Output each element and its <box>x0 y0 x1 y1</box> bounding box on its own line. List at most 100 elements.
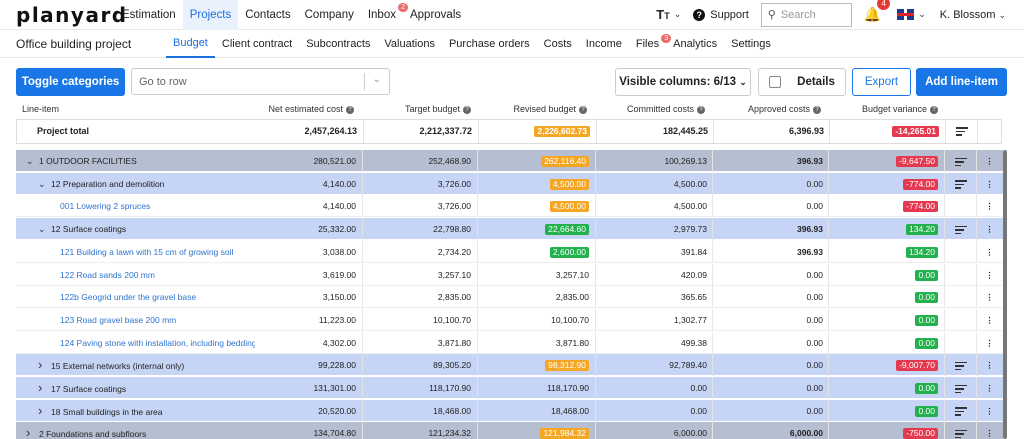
help-icon[interactable]: ? <box>697 105 705 114</box>
tab-analytics[interactable]: Analytics <box>666 31 724 58</box>
more-options-icon[interactable]: ⋮ <box>976 309 1003 331</box>
tab-purchase-orders[interactable]: Purchase orders <box>442 31 537 58</box>
line-item-label[interactable]: 123 Road gravel base 200 mm <box>60 315 176 325</box>
line-item-label[interactable]: 001 Lowering 2 spruces <box>60 201 150 211</box>
chevron-down-icon[interactable]: ⌄ <box>26 150 39 172</box>
nav-item-inbox[interactable]: Inbox 2 <box>361 0 408 30</box>
table-row-line-item[interactable]: 123 Road gravel base 200 mm 11,223.00 10,1… <box>16 308 1003 331</box>
line-item-name[interactable]: 001 Lowering 2 spruces <box>22 195 255 217</box>
help-icon[interactable]: ? <box>346 105 354 114</box>
table-row-line-item[interactable]: 121 Building a lawn with 15 cm of growin… <box>16 240 1003 263</box>
table-row-category[interactable]: ⌄ 12 Preparation and demolition 4,140.00 3,… <box>16 172 1003 195</box>
table-row-category[interactable]: › 2 Foundations and subfloors 134,704.80 12… <box>16 422 1003 439</box>
table-row-line-item[interactable]: 124 Paving stone with installation, incl… <box>16 331 1003 354</box>
toggle-categories-button[interactable]: Toggle categories <box>16 68 125 96</box>
row-actions-icon[interactable] <box>946 150 976 172</box>
tab-files[interactable]: Files 3 <box>629 31 672 58</box>
row-actions-icon[interactable] <box>946 218 976 240</box>
column-header-line-item[interactable]: Line-item <box>22 104 59 114</box>
more-options-icon[interactable]: ⋮ <box>976 264 1003 286</box>
total-target-budget: 2,212,337.72 <box>419 126 472 136</box>
row-actions-icon[interactable] <box>946 354 976 376</box>
more-options-icon[interactable]: ⋮ <box>976 286 1003 308</box>
tab-valuations[interactable]: Valuations <box>377 31 442 58</box>
uk-flag-icon[interactable] <box>897 9 915 20</box>
user-menu[interactable]: K. Blossom ⌄ <box>940 9 1006 21</box>
nav-item-projects[interactable]: Projects <box>182 0 239 30</box>
table-row-category[interactable]: › 18 Small buildings in the area 20,520.00… <box>16 399 1003 422</box>
table-row-category[interactable]: ⌄ 12 Surface coatings 25,332.00 22,798.80 22… <box>16 218 1003 241</box>
line-item-name[interactable]: 123 Road gravel base 200 mm <box>22 309 255 331</box>
tab-client-contract[interactable]: Client contract <box>215 31 299 58</box>
details-toggle[interactable]: Details <box>758 68 846 96</box>
column-header-committed-costs[interactable]: Committed costs? <box>597 104 705 114</box>
more-options-icon[interactable]: ⋮ <box>976 218 1003 240</box>
table-row-category[interactable]: › 17 Surface coatings 131,301.00 118,170.90… <box>16 377 1003 399</box>
add-line-item-button[interactable]: Add line-item <box>916 68 1007 96</box>
export-button[interactable]: Export <box>852 68 911 96</box>
chevron-right-icon[interactable]: › <box>38 400 51 422</box>
line-item-name[interactable]: 122b Geogrid under the gravel base <box>22 286 255 308</box>
planyard-logo[interactable]: planyard <box>16 3 126 27</box>
column-header-revised-budget[interactable]: Revised budget? <box>470 104 587 114</box>
details-checkbox[interactable] <box>769 76 782 88</box>
row-actions-icon[interactable] <box>946 173 976 195</box>
more-options-icon[interactable]: ⋮ <box>976 354 1003 376</box>
line-item-name[interactable]: 122 Road sands 200 mm <box>22 264 255 286</box>
search-input[interactable]: ⚲ Search <box>760 2 852 27</box>
line-item-name[interactable]: 121 Building a lawn with 15 cm of growin… <box>22 241 255 263</box>
visible-columns-button[interactable]: Visible columns: 6/13 ⌄ <box>615 68 751 96</box>
chevron-down-icon[interactable]: ⌄ <box>38 173 51 195</box>
notifications-bell-icon[interactable]: 🔔 4 <box>864 0 891 23</box>
chevron-right-icon[interactable]: › <box>38 354 51 376</box>
tab-budget[interactable]: Budget <box>166 31 215 58</box>
tab-costs[interactable]: Costs <box>537 31 579 58</box>
chevron-right-icon[interactable]: › <box>26 422 39 439</box>
chevron-down-icon[interactable]: ⌄ <box>38 218 51 240</box>
tab-income[interactable]: Income <box>579 31 629 58</box>
row-actions-icon[interactable] <box>946 422 976 439</box>
more-options-icon[interactable]: ⋮ <box>976 400 1003 422</box>
nav-item-contacts[interactable]: Contacts <box>238 0 297 30</box>
line-item-label[interactable]: 122b Geogrid under the gravel base <box>60 292 196 302</box>
support-link[interactable]: ? Support <box>693 8 749 21</box>
vertical-scrollbar[interactable] <box>1003 150 1007 439</box>
help-icon[interactable]: ? <box>813 105 821 114</box>
nav-item-approvals[interactable]: Approvals <box>403 0 468 30</box>
chevron-down-icon[interactable]: ⌄ <box>674 9 682 20</box>
nav-item-company[interactable]: Company <box>298 0 361 30</box>
row-actions-icon[interactable] <box>946 377 976 399</box>
text-size-icon[interactable]: TT <box>656 7 669 22</box>
column-header-net-estimated-cost[interactable]: Net estimated cost? <box>262 104 354 114</box>
more-options-icon[interactable]: ⋮ <box>976 241 1003 263</box>
column-header-budget-variance[interactable]: Budget variance? <box>830 104 938 114</box>
more-options-icon[interactable]: ⋮ <box>976 173 1003 195</box>
line-item-label[interactable]: 122 Road sands 200 mm <box>60 270 155 280</box>
more-options-icon[interactable]: ⋮ <box>976 332 1003 354</box>
line-item-label[interactable]: 121 Building a lawn with 15 cm of growin… <box>60 247 233 257</box>
table-row-category[interactable]: ⌄ 1 OUTDOOR FACILITIES 280,521.00 252,468.9… <box>16 150 1003 172</box>
column-header-approved-costs[interactable]: Approved costs? <box>713 104 821 114</box>
more-options-icon[interactable]: ⋮ <box>976 195 1003 217</box>
table-row-category[interactable]: › 15 External networks (internal only) 99,… <box>16 354 1003 377</box>
nav-item-estimation[interactable]: Estimation <box>115 0 183 30</box>
table-row-line-item[interactable]: 001 Lowering 2 spruces 4,140.00 3,726.00 4,… <box>16 195 1003 218</box>
more-options-icon[interactable]: ⋮ <box>976 422 1003 439</box>
table-row-line-item[interactable]: 122 Road sands 200 mm 3,619.00 3,257.10 3,2… <box>16 263 1003 286</box>
language-chevron-icon[interactable]: ⌄ <box>918 9 926 20</box>
tab-subcontracts[interactable]: Subcontracts <box>299 31 377 58</box>
tab-settings[interactable]: Settings <box>724 31 778 58</box>
column-header-target-budget[interactable]: Target budget? <box>377 104 471 114</box>
line-item-name[interactable]: 124 Paving stone with installation, incl… <box>22 332 255 354</box>
row-actions-icon[interactable] <box>946 400 976 422</box>
go-to-row-select[interactable]: Go to row ⌄ <box>131 68 390 95</box>
more-options-icon[interactable]: ⋮ <box>976 150 1003 172</box>
table-row-line-item[interactable]: 122b Geogrid under the gravel base 3,150.… <box>16 286 1003 309</box>
chevron-right-icon[interactable]: › <box>38 377 51 399</box>
help-icon[interactable]: ? <box>930 105 938 114</box>
column-divider <box>712 172 713 195</box>
more-options-icon[interactable]: ⋮ <box>976 377 1003 399</box>
help-icon[interactable]: ? <box>579 105 587 114</box>
line-item-label[interactable]: 124 Paving stone with installation, incl… <box>60 338 255 348</box>
row-actions-icon[interactable] <box>947 120 977 143</box>
